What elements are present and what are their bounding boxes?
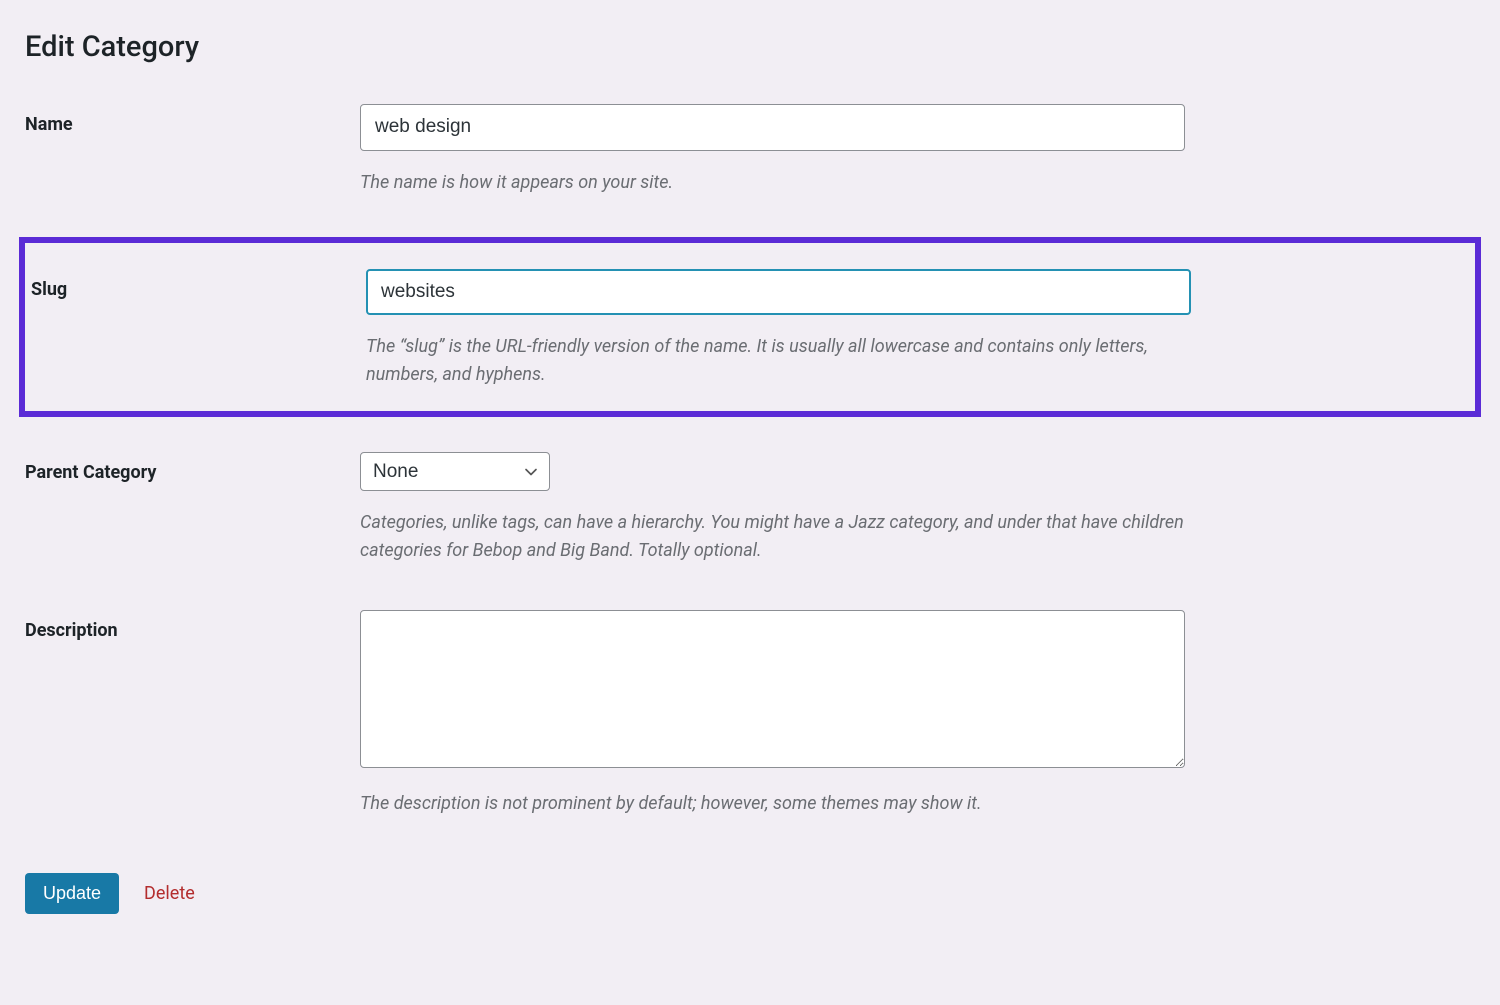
slug-highlight: Slug The “slug” is the URL-friendly vers…: [19, 237, 1481, 417]
parent-select[interactable]: None: [360, 452, 550, 491]
name-field-wrap: The name is how it appears on your site.: [360, 104, 1185, 197]
page-title: Edit Category: [25, 30, 1475, 64]
parent-help: Categories, unlike tags, can have a hier…: [360, 509, 1185, 565]
slug-field-wrap: The “slug” is the URL-friendly version o…: [366, 269, 1191, 389]
slug-input[interactable]: [366, 269, 1191, 316]
slug-help: The “slug” is the URL-friendly version o…: [366, 333, 1191, 389]
form-row-description: Description The description is not promi…: [25, 610, 1475, 818]
description-help: The description is not prominent by defa…: [360, 790, 1185, 818]
slug-label: Slug: [31, 269, 366, 300]
form-row-name: Name The name is how it appears on your …: [25, 104, 1475, 197]
delete-link[interactable]: Delete: [144, 883, 195, 904]
parent-field-wrap: None Categories, unlike tags, can have a…: [360, 452, 1185, 565]
form-actions: Update Delete: [25, 873, 1475, 914]
form-row-slug: Slug The “slug” is the URL-friendly vers…: [31, 269, 1469, 389]
name-label: Name: [25, 104, 360, 135]
parent-label: Parent Category: [25, 452, 360, 483]
description-label: Description: [25, 610, 360, 641]
description-field-wrap: The description is not prominent by defa…: [360, 610, 1185, 818]
description-textarea[interactable]: [360, 610, 1185, 768]
update-button[interactable]: Update: [25, 873, 119, 914]
form-row-parent: Parent Category None Categories, unlike …: [25, 452, 1475, 565]
name-input[interactable]: [360, 104, 1185, 151]
name-help: The name is how it appears on your site.: [360, 169, 1185, 197]
